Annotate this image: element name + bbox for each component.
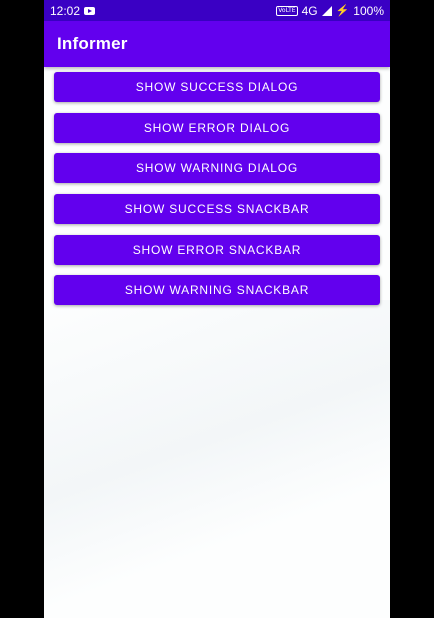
charging-bolt-icon: ⚡	[335, 5, 350, 17]
app-bar: Informer	[44, 21, 390, 67]
show-warning-snackbar-button[interactable]: Show Warning Snackbar	[54, 275, 380, 305]
volte-icon: VoLTE	[276, 5, 298, 16]
background-decoration	[44, 300, 390, 618]
app-title: Informer	[57, 34, 128, 53]
battery-level: 100%	[353, 3, 384, 18]
status-left: 12:02	[50, 3, 96, 18]
network-type: 4G	[301, 3, 318, 18]
show-warning-dialog-button[interactable]: Show Warning Dialog	[54, 153, 380, 183]
show-success-dialog-button[interactable]: Show Success Dialog	[54, 72, 380, 102]
show-error-dialog-button[interactable]: Show Error Dialog	[54, 113, 380, 143]
show-error-snackbar-button[interactable]: Show Error Snackbar	[54, 235, 380, 265]
status-time: 12:02	[50, 3, 81, 18]
youtube-notification-icon	[84, 6, 96, 15]
status-bar: 12:02 VoLTE 4G ⚡ 100%	[44, 0, 390, 21]
signal-icon	[321, 5, 332, 16]
status-right: VoLTE 4G ⚡ 100%	[276, 4, 384, 18]
app-screen: 12:02 VoLTE 4G ⚡ 100% Informer Show Succ…	[44, 0, 390, 618]
show-success-snackbar-button[interactable]: Show Success Snackbar	[54, 194, 380, 224]
